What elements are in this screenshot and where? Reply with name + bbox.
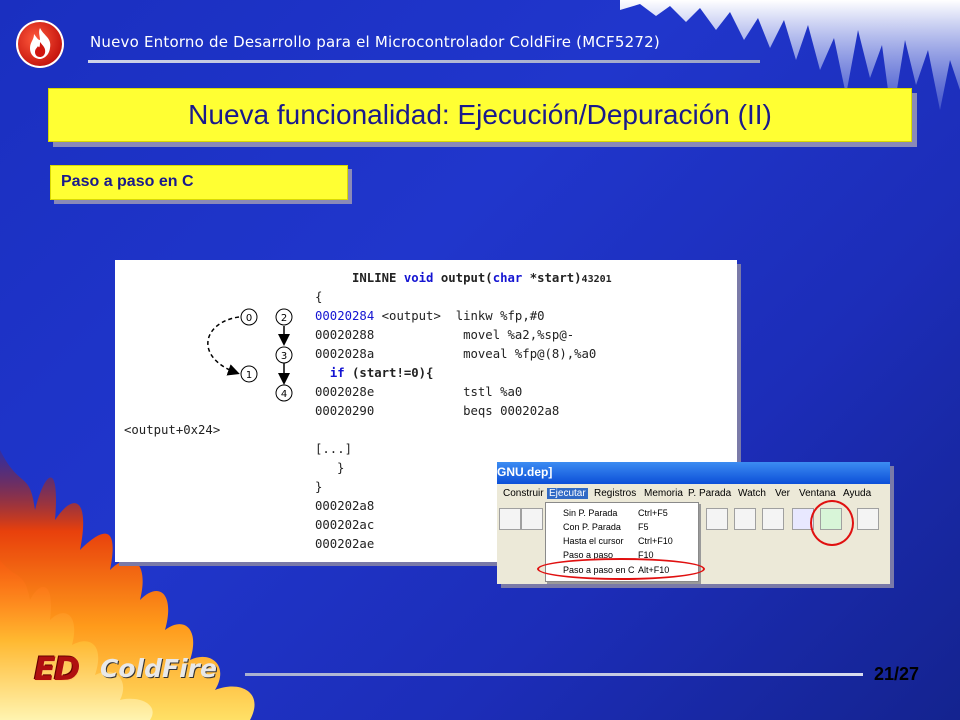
code-address: 00020288 [315,328,375,342]
code-line-number: 43201 [581,274,612,285]
code-instruction: beqs 000202a8 [463,404,560,418]
highlight-ellipse-button [810,500,854,546]
dropdown-item-label: Hasta el cursor [563,536,624,546]
code-line-12: } [315,480,323,494]
code-instruction: linkw %fp,#0 [455,309,545,323]
code-line-5: 0002028a moveal %fp@(8),%a0 [315,345,596,364]
header-title: Nuevo Entorno de Desarrollo para el Micr… [90,33,660,51]
code-line-9: <output+0x24> [124,423,221,437]
graph-node-0: 0 [240,308,258,326]
ide-titlebar: GNU.dep] [497,462,890,484]
code-address: 0002028e [315,385,375,399]
graph-node-label: 0 [246,313,252,324]
menu-ejecutar[interactable]: Ejecutar [547,488,588,499]
graph-node-3: 3 [275,346,293,364]
code-line-2: { [315,290,323,304]
logo-coldfire-text: ColdFire [100,654,217,683]
page-number: 21/27 [874,664,920,684]
toolbar-list-icon[interactable] [857,508,879,530]
menu-construir[interactable]: Construir [503,488,544,499]
flame-icon [16,20,64,68]
dropdown-item-sin-parada[interactable]: Sin P. Parada Ctrl+F5 [546,507,698,521]
dropdown-item-hasta-cursor[interactable]: Hasta el cursor Ctrl+F10 [546,535,698,549]
code-line-8: 00020290 beqs 000202a8 [315,402,559,421]
ide-screenshot: GNU.dep] Construir Ejecutar Registros Me… [497,462,890,584]
flow-graph: 0 2 3 1 4 [207,308,293,402]
code-keyword: char [492,271,523,285]
code-address: 00020290 [315,404,375,418]
dropdown-item-con-parada[interactable]: Con P. Parada F5 [546,521,698,535]
code-text: output( [433,271,493,285]
menu-ver[interactable]: Ver [775,488,790,499]
highlight-ellipse-menu [537,558,705,580]
code-line-1: INLINE void output(char *start)43201 [352,269,612,289]
coldfire-logo: ED ColdFire [34,648,244,688]
footer-divider [245,673,863,676]
graph-node-1: 1 [240,365,258,383]
graph-node-label: 1 [246,370,252,381]
dropdown-item-shortcut: F5 [638,522,649,532]
graph-node-2: 2 [275,308,293,326]
code-text: *start) [522,271,582,285]
code-line-10: [...] [315,442,353,456]
toolbar-step-out-icon[interactable] [762,508,784,530]
toolbar-step-over-icon[interactable] [734,508,756,530]
slide-title-box: Nueva funcionalidad: Ejecución/Depuració… [48,88,912,142]
toolbar-copy-icon[interactable] [521,508,543,530]
menu-registros[interactable]: Registros [594,488,636,499]
menu-ventana[interactable]: Ventana [799,488,836,499]
code-address: 00020284 [315,309,375,323]
toolbar-cut-icon[interactable] [499,508,521,530]
code-line-11: } [337,461,345,475]
menu-p-parada[interactable]: P. Parada [688,488,731,499]
toolbar-step-icon[interactable] [706,508,728,530]
code-instruction: moveal %fp@(8),%a0 [463,347,597,361]
logo-ed-text: ED [34,650,80,688]
graph-node-label: 2 [281,313,287,324]
code-line-6: if (start!=0){ [315,364,434,383]
slide: Nuevo Entorno de Desarrollo para el Micr… [0,0,960,720]
menu-watch[interactable]: Watch [738,488,766,499]
slide-subtitle: Paso a paso en C [61,173,194,190]
code-line-7: 0002028e tstl %a0 [315,383,522,402]
dropdown-item-label: Con P. Parada [563,522,621,532]
code-line-4: 00020288 movel %a2,%sp@- [315,326,574,345]
code-text: (start!=0){ [344,366,434,380]
code-keyword: if [329,366,345,380]
dropdown-item-shortcut: Ctrl+F5 [638,508,668,518]
header-divider [88,60,760,63]
menu-memoria[interactable]: Memoria [644,488,683,499]
code-address: 0002028a [315,347,375,361]
code-line-13: 000202a8 [315,499,375,513]
ide-title: GNU.dep] [497,465,553,479]
menu-ayuda[interactable]: Ayuda [843,488,871,499]
code-instruction: tstl %a0 [463,385,523,399]
code-keyword: void [403,271,434,285]
graph-node-label: 4 [281,389,287,400]
slide-title: Nueva funcionalidad: Ejecución/Depuració… [188,99,772,130]
code-instruction: movel %a2,%sp@- [463,328,575,342]
code-line-14: 000202ac [315,518,375,532]
graph-node-label: 3 [281,351,287,362]
code-text: INLINE [352,271,404,285]
dropdown-item-shortcut: Ctrl+F10 [638,536,673,546]
dropdown-item-label: Sin P. Parada [563,508,618,518]
graph-node-4: 4 [275,384,293,402]
slide-subtitle-box: Paso a paso en C [50,165,348,200]
code-line-15: 000202ae [315,537,375,551]
code-label: <output> [381,309,441,323]
code-line-3: 00020284 <output> linkw %fp,#0 [315,307,545,326]
